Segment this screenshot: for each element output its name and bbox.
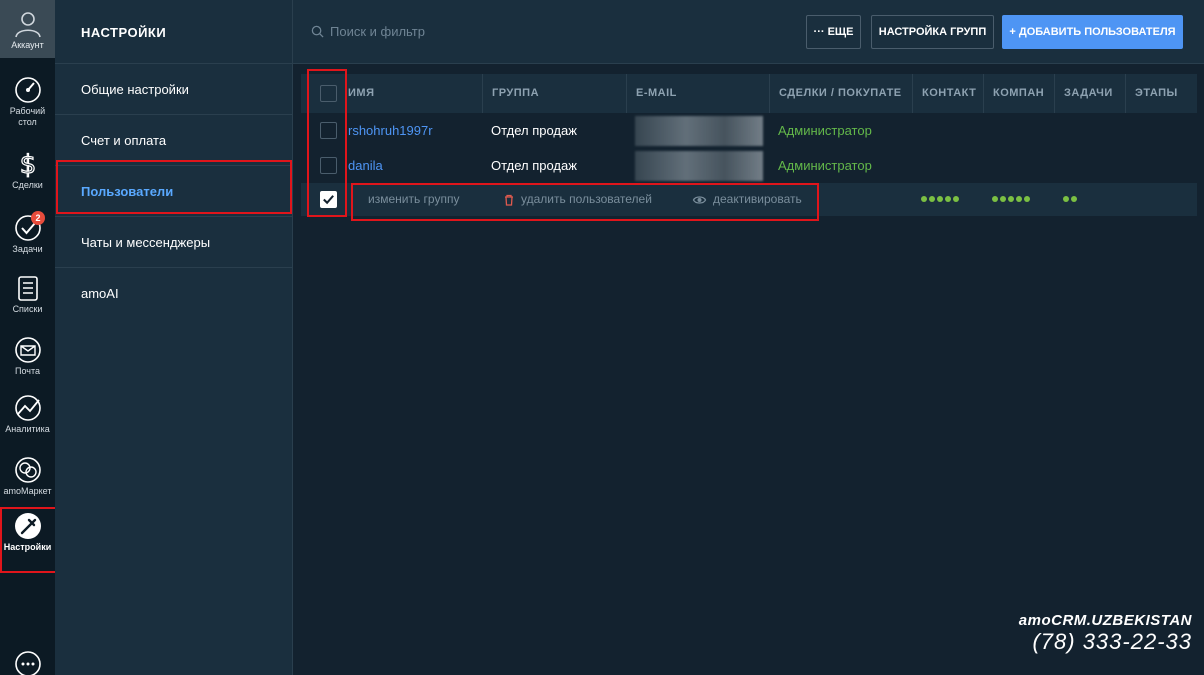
more-button[interactable]: ··· ЕЩЕ: [806, 15, 861, 49]
rail-item-analytics[interactable]: Аналитика: [0, 394, 55, 435]
rail-label-tasks: Задачи: [12, 244, 43, 254]
rail-label-analytics: Аналитика: [5, 424, 50, 434]
user-name-link[interactable]: danila: [348, 148, 383, 183]
settings-item-amoai[interactable]: amoAI: [55, 268, 292, 319]
col-companies[interactable]: КОМПАН: [983, 74, 1054, 113]
delete-users-label: удалить пользователей: [521, 192, 652, 206]
rail-item-dashboard[interactable]: Рабочий стол: [0, 76, 55, 128]
table-header: ИМЯ ГРУППА E-MAIL СДЕЛКИ / ПОКУПАТЕ КОНТ…: [301, 74, 1197, 113]
col-email[interactable]: E-MAIL: [626, 74, 769, 113]
delete-users-button[interactable]: удалить пользователей: [503, 183, 652, 216]
rail-item-deals[interactable]: $ Сделки: [0, 150, 55, 191]
deactivate-label: деактивировать: [713, 192, 802, 206]
tasks-permission-dots[interactable]: [1063, 196, 1077, 202]
table-row[interactable]: danila Отдел продаж Администратор: [301, 148, 1197, 183]
user-role: Администратор: [778, 123, 872, 138]
settings-item-chats[interactable]: Чаты и мессенджеры: [55, 217, 292, 268]
dollar-icon: $: [19, 150, 37, 178]
rail-label-mail: Почта: [15, 366, 40, 376]
row-checkbox[interactable]: [320, 122, 337, 139]
settings-wrench-icon: [14, 513, 41, 539]
email-redacted: [635, 116, 763, 146]
brand-logo-text: amoCRM.UZBEKISTAN: [1018, 612, 1192, 629]
row-checkbox[interactable]: [320, 157, 337, 174]
rail-label-settings: Настройки: [3, 542, 52, 552]
settings-item-general[interactable]: Общие настройки: [55, 64, 292, 115]
add-user-button[interactable]: + ДОБАВИТЬ ПОЛЬЗОВАТЕЛЯ: [1002, 15, 1183, 49]
user-group: Отдел продаж: [491, 158, 577, 173]
search-input[interactable]: Поиск и фильтр: [311, 24, 425, 39]
col-group[interactable]: ГРУППА: [482, 74, 626, 113]
select-all-checkbox[interactable]: [320, 85, 337, 102]
rail-label-lists: Списки: [12, 304, 43, 314]
settings-title: НАСТРОЙКИ: [55, 0, 292, 64]
companies-permission-dots[interactable]: [992, 196, 1030, 202]
col-contacts[interactable]: КОНТАКТ: [912, 74, 983, 113]
account-label: Аккаунт: [11, 40, 44, 50]
mail-icon: [14, 337, 41, 363]
rail-label-market: amoМаркет: [3, 486, 52, 496]
bulk-action-bar: изменить группу удалить пользователей де…: [301, 183, 1197, 216]
table-row[interactable]: rshohruh1997r Отдел продаж Администратор: [301, 113, 1197, 148]
trash-icon: [505, 194, 513, 206]
rail-item-chat[interactable]: [0, 650, 55, 675]
search-placeholder: Поиск и фильтр: [330, 24, 425, 39]
email-redacted: [635, 151, 763, 181]
eye-icon: [692, 195, 707, 204]
col-tasks[interactable]: ЗАДАЧИ: [1054, 74, 1125, 113]
top-bar: Поиск и фильтр ··· ЕЩЕ НАСТРОЙКА ГРУПП +…: [293, 0, 1204, 64]
rail-item-lists[interactable]: Списки: [0, 274, 55, 315]
market-icon: [14, 457, 41, 483]
left-nav-rail: Аккаунт Рабочий стол $ Сделки 2 Задачи С…: [0, 0, 55, 675]
user-role: Администратор: [778, 158, 872, 173]
contacts-permission-dots[interactable]: [921, 196, 959, 202]
rail-label-deals: Сделки: [12, 180, 43, 190]
col-name[interactable]: ИМЯ: [339, 74, 482, 113]
rail-item-settings[interactable]: Настройки: [0, 512, 55, 553]
rail-label-dashboard: Рабочий стол: [9, 106, 46, 127]
settings-item-users[interactable]: Пользователи: [55, 166, 292, 217]
user-avatar-icon: [14, 12, 41, 38]
analytics-icon: [14, 395, 41, 421]
brand-phone: (78) 333-22-33: [1032, 629, 1192, 654]
tasks-badge: 2: [31, 211, 45, 225]
bulk-select-checkbox[interactable]: [320, 191, 337, 208]
account-button[interactable]: Аккаунт: [0, 0, 55, 58]
rail-item-market[interactable]: amoМаркет: [0, 456, 55, 497]
change-group-button[interactable]: изменить группу: [368, 183, 459, 216]
rail-item-mail[interactable]: Почта: [0, 336, 55, 377]
dashboard-icon: [14, 77, 41, 103]
search-icon: [311, 25, 324, 38]
group-settings-button[interactable]: НАСТРОЙКА ГРУПП: [871, 15, 994, 49]
deactivate-button[interactable]: деактивировать: [692, 183, 802, 216]
chat-icon: [14, 651, 41, 675]
svg-text:$: $: [19, 150, 36, 178]
brand-watermark: amoCRM.UZBEKISTAN (78) 333-22-33: [1019, 612, 1192, 655]
rail-item-tasks[interactable]: 2 Задачи: [0, 211, 55, 255]
user-group: Отдел продаж: [491, 123, 577, 138]
settings-item-billing[interactable]: Счет и оплата: [55, 115, 292, 166]
change-group-label: изменить группу: [368, 192, 460, 206]
col-deals[interactable]: СДЕЛКИ / ПОКУПАТЕ: [769, 74, 912, 113]
users-table: ИМЯ ГРУППА E-MAIL СДЕЛКИ / ПОКУПАТЕ КОНТ…: [301, 74, 1197, 216]
col-stages[interactable]: ЭТАПЫ: [1125, 74, 1197, 113]
settings-menu: НАСТРОЙКИ Общие настройки Счет и оплата …: [55, 0, 293, 675]
user-name-link[interactable]: rshohruh1997r: [348, 113, 433, 148]
checkmark-icon: [323, 195, 334, 205]
list-icon: [17, 276, 38, 301]
